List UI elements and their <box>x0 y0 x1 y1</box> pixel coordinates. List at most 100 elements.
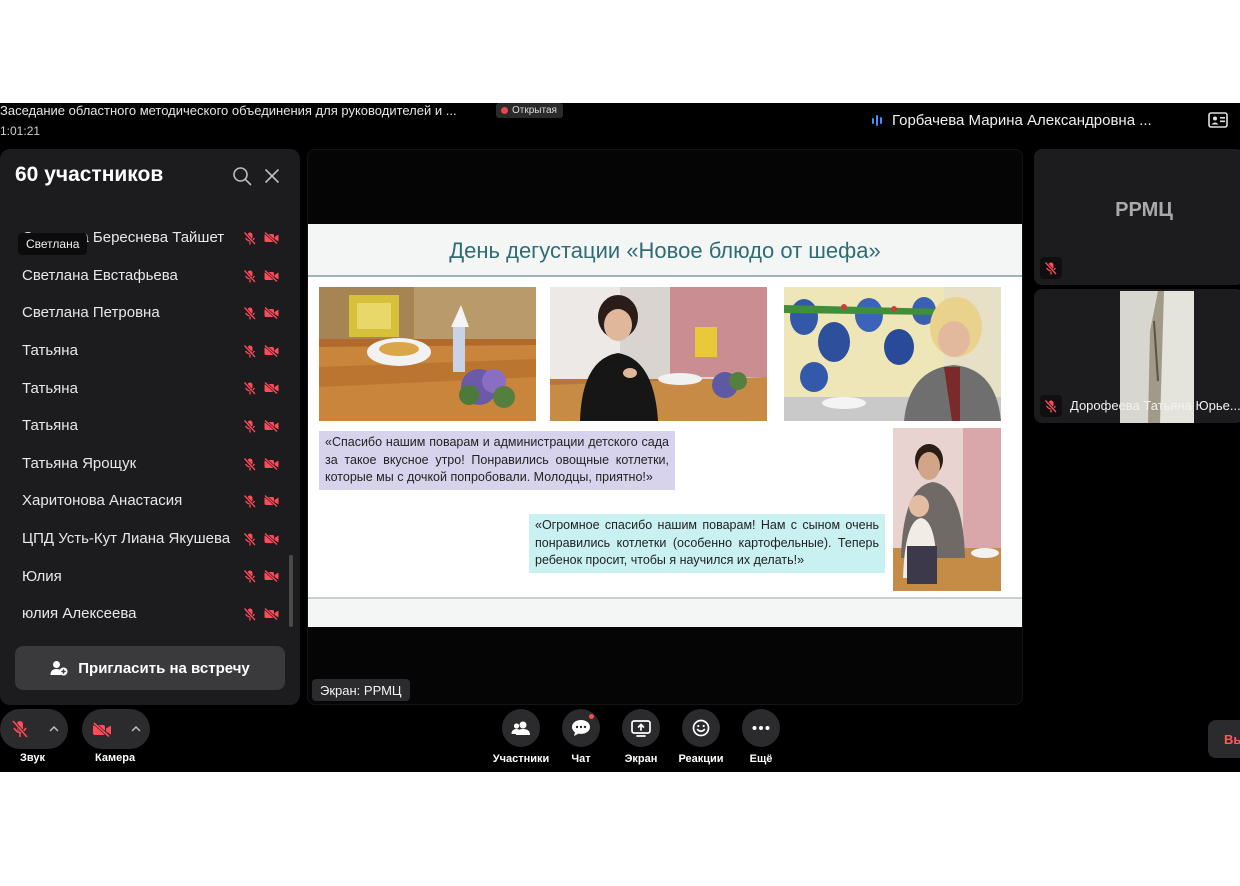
camera-off-icon <box>264 344 279 357</box>
participant-name: Харитонова Анастасия <box>22 492 183 510</box>
more-button-label: Ещё <box>749 753 773 765</box>
reactions-button-label: Реакции <box>678 753 724 765</box>
tile-mic-off-indicator <box>1040 395 1062 417</box>
camera-off-icon <box>92 721 111 737</box>
mic-off-icon <box>244 607 256 621</box>
active-speaker: Горбачева Марина Александровна ... <box>872 112 1152 129</box>
participants-button-label: Участники <box>492 753 550 765</box>
participant-row[interactable]: Татьяна <box>0 332 290 370</box>
mic-off-icon <box>12 720 28 738</box>
sound-control: Звук <box>0 709 68 764</box>
participants-button[interactable]: Участники <box>491 709 551 765</box>
camera-control: Камера <box>82 709 150 764</box>
participant-row[interactable]: Харитонова Анастасия <box>0 482 290 520</box>
camera-off-icon <box>264 495 279 508</box>
participant-tile-name: РРМЦ <box>1115 199 1173 221</box>
participant-row[interactable]: Юлия <box>0 557 290 595</box>
leave-button[interactable]: Вы <box>1208 720 1240 758</box>
slide-quote-1: «Спасибо нашим поварам и администрации д… <box>319 431 675 490</box>
participant-tooltip: Светлана <box>18 233 88 255</box>
record-dot-icon <box>501 107 508 114</box>
reactions-icon <box>692 719 710 737</box>
chat-icon <box>572 720 590 736</box>
participants-icon <box>511 721 530 735</box>
chat-button[interactable]: Чат <box>551 709 611 765</box>
layout-icon[interactable] <box>1208 112 1228 128</box>
participant-row[interactable]: Татьяна <box>0 369 290 407</box>
mic-off-icon <box>244 457 256 471</box>
tile-mic-off-indicator <box>1040 257 1062 279</box>
camera-off-icon <box>264 457 279 470</box>
camera-off-icon <box>264 532 279 545</box>
sound-options-button[interactable] <box>40 726 68 732</box>
mic-off-icon <box>244 570 256 584</box>
mic-off-icon <box>244 307 256 321</box>
reactions-button[interactable]: Реакции <box>671 709 731 765</box>
meeting-title: Заседание областного методического объед… <box>0 103 457 118</box>
participant-row[interactable]: ЦПД Усть-Кут Лиана Якушева <box>0 520 290 558</box>
slide-photo-woman-tasting <box>784 287 1001 421</box>
camera-off-icon <box>264 607 279 620</box>
slide-title: День дегустации «Новое блюдо от шефа» <box>449 238 881 263</box>
participants-list: Светлана Береснева Тайшет Светлана Евста… <box>0 219 290 633</box>
photo-table-art <box>319 287 536 421</box>
screen-share-button-label: Экран <box>624 753 658 765</box>
invite-button-label: Пригласить на встречу <box>78 659 250 677</box>
participant-name: юлия Алексеева <box>22 605 137 623</box>
meeting-timer: 1:01:21 <box>0 124 41 138</box>
photo-tasting-art <box>784 287 1001 421</box>
photo-woman-art <box>550 287 767 421</box>
participants-panel: 60 участников Светлана Светлана Береснев… <box>0 149 300 705</box>
slide-photo-table <box>319 287 536 421</box>
screen-share-button[interactable]: Экран <box>611 709 671 765</box>
mic-off-icon <box>244 382 256 396</box>
participants-count-title: 60 участников <box>15 163 164 186</box>
participant-name: Юлия <box>22 567 62 585</box>
participant-tile-video[interactable]: Дорофеева Татьяна Юрье... <box>1034 289 1240 423</box>
status-badge-label: Открытая <box>512 105 557 116</box>
participant-row[interactable]: Светлана Петровна <box>0 294 290 332</box>
add-user-icon <box>50 661 68 676</box>
camera-off-icon <box>264 570 279 583</box>
close-icon[interactable] <box>264 168 280 184</box>
sound-toggle-button[interactable] <box>0 709 40 749</box>
participant-name: Татьяна <box>22 417 78 435</box>
camera-label: Камера <box>95 752 136 764</box>
camera-off-icon <box>264 269 279 282</box>
participant-name: Татьяна <box>22 379 78 397</box>
more-button[interactable]: Ещё <box>731 709 791 765</box>
invite-button[interactable]: Пригласить на встречу <box>15 646 285 690</box>
search-icon[interactable] <box>232 166 252 186</box>
slide-footer <box>308 597 1022 627</box>
participant-row[interactable]: Татьяна Ярощук <box>0 445 290 483</box>
participant-row[interactable]: юлия Алексеева <box>0 595 290 633</box>
participant-name: Светлана Евстафьева <box>22 266 178 284</box>
camera-toggle-button[interactable] <box>82 709 122 749</box>
mic-off-icon <box>244 269 256 283</box>
participant-name: Светлана Петровна <box>22 304 160 322</box>
more-icon <box>752 726 770 730</box>
participant-name: Татьяна Ярощук <box>22 454 137 472</box>
chat-button-label: Чат <box>571 753 591 765</box>
camera-options-button[interactable] <box>122 726 150 732</box>
participant-tile-name: Дорофеева Татьяна Юрье... <box>1070 398 1240 413</box>
mic-off-icon <box>244 532 256 546</box>
mic-off-icon <box>1045 399 1057 413</box>
participant-row[interactable]: Татьяна <box>0 407 290 445</box>
chat-notification-dot <box>588 713 595 720</box>
active-speaker-name: Горбачева Марина Александровна ... <box>892 112 1152 129</box>
camera-off-icon <box>264 382 279 395</box>
participants-scrollbar[interactable] <box>289 555 293 627</box>
slide-header: День дегустации «Новое блюдо от шефа» <box>308 224 1022 277</box>
mic-off-icon <box>244 495 256 509</box>
participant-row[interactable]: Светлана Евстафьева <box>0 257 290 295</box>
screen-share-label: Экран: РРМЦ <box>312 679 410 701</box>
participant-tile-rrmc[interactable]: РРМЦ <box>1034 149 1240 285</box>
slide-photo-woman <box>550 287 767 421</box>
mic-off-icon <box>244 344 256 358</box>
mic-off-icon <box>1045 261 1057 275</box>
camera-off-icon <box>264 307 279 320</box>
slide-photo-father-son <box>893 428 1001 591</box>
conference-app: Заседание областного методического объед… <box>0 103 1240 772</box>
sound-label: Звук <box>20 752 46 764</box>
